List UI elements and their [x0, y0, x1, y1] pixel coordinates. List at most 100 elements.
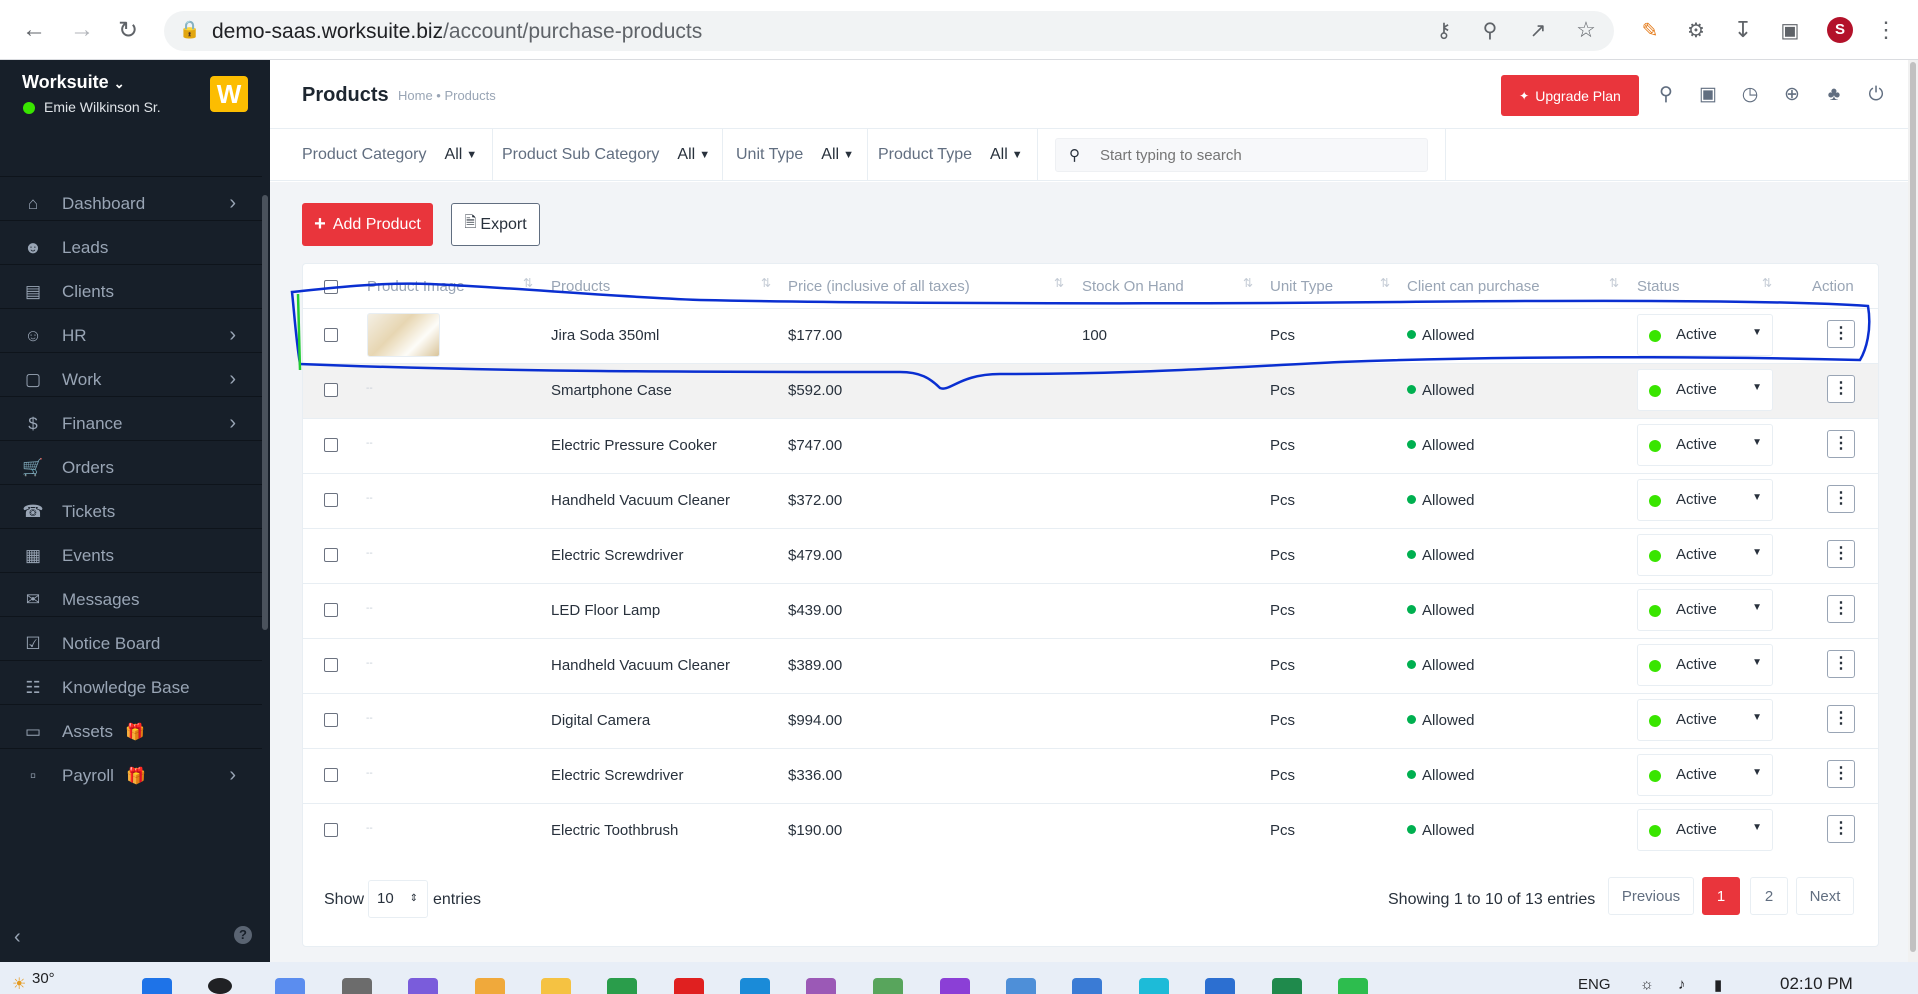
column-header-unit[interactable]: Unit Type — [1270, 278, 1333, 295]
row-checkbox[interactable] — [324, 548, 338, 562]
key-icon[interactable]: ⚷ — [1428, 14, 1460, 46]
url-text[interactable]: demo-saas.worksuite.biz/account/purchase… — [212, 20, 702, 44]
page-1-button[interactable]: 1 — [1702, 877, 1740, 915]
filter-unit-type[interactable]: Unit Type All ▼ — [736, 129, 868, 181]
product-name[interactable]: Handheld Vacuum Cleaner — [551, 492, 730, 509]
explorer-icon[interactable] — [541, 978, 571, 994]
status-select[interactable]: Active ▼ — [1637, 534, 1773, 576]
product-name[interactable]: Digital Camera — [551, 712, 650, 729]
row-actions-button[interactable]: ⋮ — [1827, 705, 1855, 733]
product-name[interactable]: Electric Screwdriver — [551, 547, 684, 564]
app4-icon[interactable] — [1205, 978, 1235, 994]
upgrade-plan-button[interactable]: ✦ Upgrade Plan — [1501, 75, 1639, 116]
app2-icon[interactable] — [940, 978, 970, 994]
copilot-icon[interactable] — [275, 978, 305, 994]
product-thumbnail[interactable] — [367, 313, 440, 357]
volume-icon[interactable]: ♪ — [1678, 976, 1686, 993]
row-actions-button[interactable]: ⋮ — [1827, 375, 1855, 403]
product-name[interactable]: LED Floor Lamp — [551, 602, 660, 619]
clock[interactable]: 02:10 PM — [1780, 974, 1853, 994]
row-checkbox[interactable] — [324, 493, 338, 507]
sort-icon[interactable]: ⇅ — [1054, 276, 1064, 290]
edge-icon[interactable] — [740, 978, 770, 994]
teams-icon[interactable] — [408, 978, 438, 994]
status-select[interactable]: Active ▼ — [1637, 699, 1773, 741]
row-checkbox[interactable] — [324, 823, 338, 837]
star-icon[interactable]: ☆ — [1570, 14, 1602, 46]
add-product-button[interactable]: + Add Product — [302, 203, 433, 246]
export-button[interactable]: 🗎 Export — [451, 203, 540, 246]
product-name[interactable]: Electric Toothbrush — [551, 822, 678, 839]
battery-icon[interactable]: ▮ — [1714, 976, 1722, 994]
temperature[interactable]: 30° — [32, 970, 55, 987]
collapse-sidebar-icon[interactable]: ‹ — [14, 926, 21, 949]
whatsapp-icon[interactable] — [1338, 978, 1368, 994]
column-header-price[interactable]: Price (inclusive of all taxes) — [788, 278, 970, 295]
column-header-products[interactable]: Products — [551, 278, 610, 295]
sidebar-item-payroll[interactable]: ▫ Payroll 🎁 › — [0, 748, 262, 802]
share-icon[interactable]: ↗ — [1522, 14, 1554, 46]
language-indicator[interactable]: ENG — [1578, 976, 1611, 993]
column-header-image[interactable]: Product Image — [367, 278, 465, 295]
row-checkbox[interactable] — [324, 658, 338, 672]
row-actions-button[interactable]: ⋮ — [1827, 760, 1855, 788]
sort-icon[interactable]: ⇅ — [761, 276, 771, 290]
status-select[interactable]: Active ▼ — [1637, 314, 1773, 356]
help-icon[interactable]: ? — [234, 926, 252, 944]
status-select[interactable]: Active ▼ — [1637, 809, 1773, 851]
chrome-icon[interactable] — [607, 978, 637, 994]
row-actions-button[interactable]: ⋮ — [1827, 650, 1855, 678]
add-circle-icon[interactable]: ⊕ — [1781, 84, 1803, 106]
firefox-icon[interactable] — [475, 978, 505, 994]
task-view-icon[interactable] — [342, 978, 372, 994]
app3-icon[interactable] — [1139, 978, 1169, 994]
product-name[interactable]: Handheld Vacuum Cleaner — [551, 657, 730, 674]
wifi-icon[interactable]: ☼ — [1640, 976, 1654, 993]
row-checkbox[interactable] — [324, 383, 338, 397]
sidepanel-icon[interactable]: ▣ — [1774, 14, 1806, 46]
weather-icon[interactable]: ☀ — [12, 974, 26, 994]
column-header-stock[interactable]: Stock On Hand — [1082, 278, 1184, 295]
row-checkbox[interactable] — [324, 328, 338, 342]
search-icon[interactable]: ⚲ — [1655, 84, 1677, 106]
search-taskbar-icon[interactable] — [208, 978, 232, 994]
opera-icon[interactable] — [674, 978, 704, 994]
filter-product-type[interactable]: Product Type All ▼ — [878, 129, 1038, 181]
breadcrumb[interactable]: Home • Products — [398, 88, 496, 103]
row-checkbox[interactable] — [324, 438, 338, 452]
page-scrollbar-thumb[interactable] — [1910, 62, 1916, 952]
excel-icon[interactable] — [1272, 978, 1302, 994]
row-actions-button[interactable]: ⋮ — [1827, 485, 1855, 513]
app-icon[interactable] — [806, 978, 836, 994]
back-icon[interactable]: ← — [18, 14, 50, 46]
status-select[interactable]: Active ▼ — [1637, 424, 1773, 466]
next-page-button[interactable]: Next — [1796, 877, 1854, 915]
row-checkbox[interactable] — [324, 713, 338, 727]
sticky-note-icon[interactable]: ▣ — [1697, 84, 1719, 106]
sidebar-scrollbar[interactable] — [262, 195, 268, 630]
zoom-icon[interactable]: ⚲ — [1474, 14, 1506, 46]
row-actions-button[interactable]: ⋮ — [1827, 320, 1855, 348]
clock-icon[interactable]: ◷ — [1739, 84, 1761, 106]
product-name[interactable]: Electric Screwdriver — [551, 767, 684, 784]
status-select[interactable]: Active ▼ — [1637, 754, 1773, 796]
status-select[interactable]: Active ▼ — [1637, 644, 1773, 686]
row-checkbox[interactable] — [324, 603, 338, 617]
filter-product-sub-category[interactable]: Product Sub Category All ▼ — [502, 129, 723, 181]
menu-icon[interactable]: ⋮ — [1870, 14, 1902, 46]
sort-icon[interactable]: ⇅ — [1609, 276, 1619, 290]
product-name[interactable]: Smartphone Case — [551, 382, 672, 399]
row-actions-button[interactable]: ⋮ — [1827, 815, 1855, 843]
extensions-icon[interactable]: ⚙ — [1680, 14, 1712, 46]
app-logo[interactable]: W — [210, 76, 248, 112]
start-icon[interactable] — [142, 978, 172, 994]
previous-page-button[interactable]: Previous — [1608, 877, 1694, 915]
notepad-icon[interactable] — [873, 978, 903, 994]
row-checkbox[interactable] — [324, 768, 338, 782]
sort-icon[interactable]: ⇅ — [1380, 276, 1390, 290]
search-input[interactable] — [1100, 140, 1420, 170]
lock-icon[interactable]: 🔒 — [174, 14, 206, 46]
column-header-status[interactable]: Status — [1637, 278, 1680, 295]
product-name[interactable]: Jira Soda 350ml — [551, 327, 659, 344]
status-select[interactable]: Active ▼ — [1637, 369, 1773, 411]
